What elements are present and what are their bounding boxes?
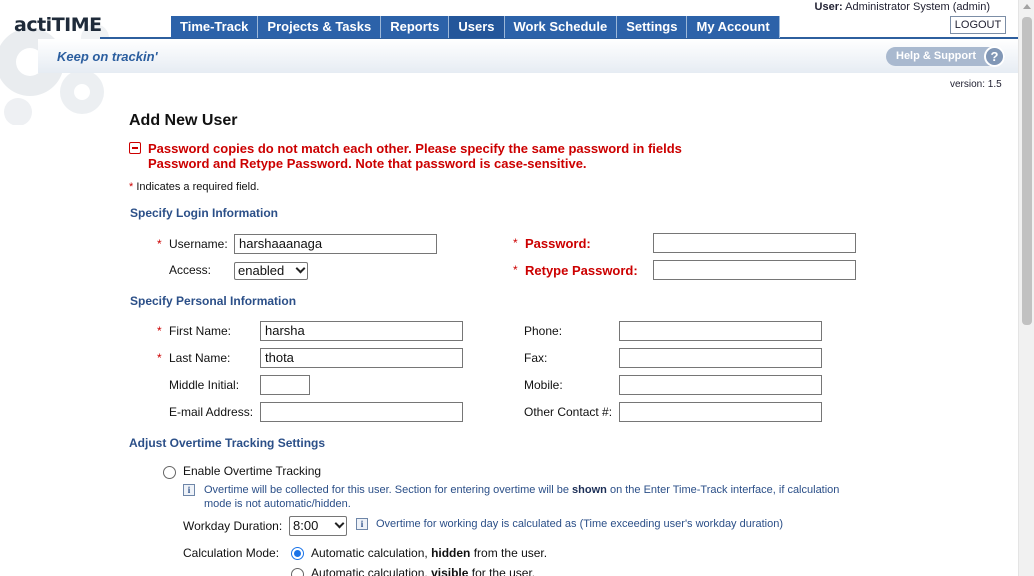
phone-label: Phone: [524,324,563,338]
question-icon: ? [984,46,1005,67]
other-contact-label: Other Contact #: [524,405,613,419]
nav-settings[interactable]: Settings [617,16,688,38]
fax-input[interactable] [619,348,822,368]
nav-reports[interactable]: Reports [381,16,450,38]
password-label: Password: [525,236,591,251]
page-title: Add New User [129,112,238,129]
logout-button[interactable]: LOGOUT [950,16,1006,34]
first-name-input[interactable]: harsha [260,321,463,341]
overtime-section-title: Adjust Overtime Tracking Settings [129,436,326,450]
main-nav: Time-Track Projects & Tasks Reports User… [171,16,780,38]
page-scrollbar[interactable] [1018,0,1034,576]
calc-hidden-radio[interactable] [291,547,304,560]
retype-password-input[interactable] [653,260,856,280]
login-section-title: Specify Login Information [130,206,279,220]
phone-input[interactable] [619,321,822,341]
mobile-label: Mobile: [524,378,563,392]
error-minus-icon [129,142,141,154]
help-support-label: Help & Support [896,50,977,62]
nav-projects-tasks[interactable]: Projects & Tasks [258,16,382,38]
chevron-down-icon [295,263,306,274]
chevron-down-icon [334,518,345,529]
access-label: Access: [169,263,212,277]
help-support-button[interactable]: Help & Support ? [886,46,1005,67]
nav-my-account[interactable]: My Account [687,16,780,38]
calc-visible-label: Automatic calculation, visible for the u… [311,566,536,576]
tagline-bar [38,39,1018,73]
last-name-label: Last Name: [169,351,231,365]
other-contact-input[interactable] [619,402,822,422]
error-text: Password copies do not match each other.… [148,141,682,171]
username-input[interactable]: harshaaanaga [234,234,437,254]
required-star: * [157,351,162,365]
nav-time-track[interactable]: Time-Track [171,16,259,38]
scroll-thumb[interactable] [1022,17,1032,325]
username-label: Username: [169,237,228,251]
required-star: * [157,237,162,251]
enable-overtime-radio[interactable] [163,466,176,479]
fax-label: Fax: [524,351,548,365]
version-label: version: 1.5 [950,79,1002,90]
first-name-label: First Name: [169,324,232,338]
overtime-info-text: Overtime will be collected for this user… [204,484,840,510]
middle-initial-label: Middle Initial: [169,378,240,392]
access-select[interactable]: enabled [234,262,308,280]
error-message: Password copies do not match each other.… [129,141,708,171]
enable-overtime-label: Enable Overtime Tracking [183,464,322,478]
personal-section-title: Specify Personal Information [130,294,297,308]
calc-visible-radio[interactable] [291,568,304,576]
mobile-input[interactable] [619,375,822,395]
scroll-up-icon[interactable] [1023,4,1031,9]
calculation-mode-label: Calculation Mode: [183,546,280,560]
info-icon: i [356,518,368,530]
password-input[interactable] [653,233,856,253]
nav-users[interactable]: Users [449,16,505,38]
info-icon: i [183,484,195,496]
required-star: * [157,324,162,338]
workday-info-text: Overtime for working day is calculated a… [376,518,784,530]
email-label: E-mail Address: [169,405,254,419]
last-name-input[interactable]: thota [260,348,463,368]
app-logo[interactable]: actiTIME [14,14,102,36]
required-note: * Indicates a required field. [129,181,260,193]
tagline: Keep on trackin' [57,49,158,64]
workday-duration-label: Workday Duration: [183,519,283,533]
workday-duration-select[interactable]: 8:00 [289,516,347,536]
middle-initial-input[interactable] [260,375,310,395]
calc-hidden-label: Automatic calculation, hidden from the u… [311,546,548,560]
retype-password-label: Retype Password: [525,263,638,278]
email-input[interactable] [260,402,463,422]
nav-work-schedule[interactable]: Work Schedule [504,16,618,38]
user-info: User: Administrator System (admin) [814,1,990,13]
required-star: * [513,263,518,277]
required-star: * [513,236,518,250]
app-header: actiTIME Keep on trackin' Time-Track Pro… [0,0,1018,125]
